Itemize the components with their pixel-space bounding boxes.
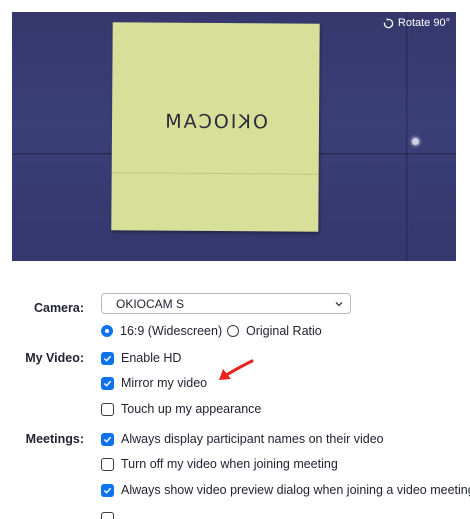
enable-hd-checkbox[interactable]: Enable HD [101,351,181,365]
enable-hd-label: Enable HD [121,351,182,365]
checkbox-checked-icon [101,376,114,390]
aspect-original-label: Original Ratio [246,324,322,338]
touch-up-checkbox[interactable]: Touch up my appearance [101,402,261,416]
annotation-arrow-icon [219,359,254,380]
checkbox-unchecked-icon [101,402,114,416]
aspect-widescreen-radio[interactable]: 16:9 (Widescreen) [101,324,222,338]
aspect-widescreen-label: 16:9 (Widescreen) [120,324,223,338]
checkbox-checked-icon [101,351,114,365]
radio-selected-icon [101,325,113,337]
checkbox-checked-icon [101,483,114,497]
display-names-label: Always display participant names on thei… [121,432,384,446]
chevron-down-icon [335,302,343,307]
mirror-video-label: Mirror my video [121,376,208,390]
radio-unselected-icon [227,325,239,337]
checkbox-unchecked-icon [101,457,114,471]
sticky-note: OKIOCAM [111,22,320,232]
note-crease [111,172,319,175]
sticky-note-text: OKIOCAM [163,110,268,134]
show-preview-checkbox[interactable]: Always show video preview dialog when jo… [101,483,470,497]
rotate-label: Rotate 90° [397,17,450,29]
touch-up-label: Touch up my appearance [121,402,262,416]
show-preview-label: Always show video preview dialog when jo… [121,483,470,497]
turn-off-video-label: Turn off my video when joining meeting [121,457,338,471]
meetings-label: Meetings: [25,432,84,446]
my-video-label: My Video: [25,351,84,365]
turn-off-video-checkbox[interactable]: Turn off my video when joining meeting [101,457,338,471]
display-names-checkbox[interactable]: Always display participant names on thei… [101,432,384,446]
cut-off-row [101,512,301,519]
checkbox-checked-icon [101,432,114,446]
rotate-button[interactable]: Rotate 90° [383,17,450,29]
rotate-icon [383,17,394,28]
mirror-video-checkbox[interactable]: Mirror my video [101,376,207,390]
wall-seam-vertical [406,12,409,261]
camera-label: Camera: [33,301,84,315]
camera-select[interactable]: OKIOCAM S [101,293,351,314]
checkbox-unchecked-icon [101,512,114,519]
video-preview: OKIOCAM Rotate 90° [12,12,456,261]
camera-select-value: OKIOCAM S [116,296,185,311]
aspect-original-radio[interactable]: Original Ratio [227,324,322,338]
wall-bolt [412,138,419,145]
